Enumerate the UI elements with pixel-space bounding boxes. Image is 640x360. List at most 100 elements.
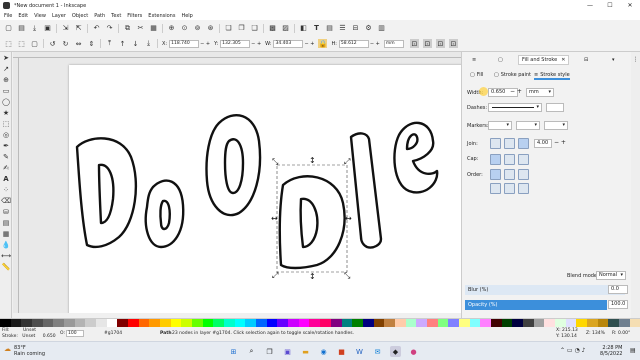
palette-swatch[interactable] [522, 319, 534, 327]
xml-editor-icon[interactable]: ▤ [325, 24, 334, 33]
gradient-tool-icon[interactable]: ▤ [1, 218, 11, 228]
palette-swatch[interactable] [469, 319, 481, 327]
butt-cap-icon[interactable] [490, 154, 501, 165]
palette-swatch[interactable] [352, 319, 363, 327]
x-input[interactable]: 118.740 [169, 39, 200, 48]
palette-swatch[interactable] [608, 319, 619, 327]
palette-swatch[interactable] [160, 319, 171, 327]
palette-swatch[interactable] [21, 319, 33, 327]
palette-swatch[interactable] [128, 319, 139, 327]
palette-swatch[interactable] [501, 319, 513, 327]
palette-swatch[interactable] [512, 319, 523, 327]
lock-icon[interactable]: 🔒 [318, 39, 328, 48]
mid-marker-select[interactable] [516, 121, 540, 130]
palette-swatch[interactable] [224, 319, 235, 327]
palette-swatch[interactable] [288, 319, 299, 327]
palette-swatch[interactable] [32, 319, 43, 327]
group-icon[interactable]: ▩ [268, 24, 277, 33]
pencil-tool-icon[interactable]: ✎ [1, 152, 11, 162]
palette-swatch[interactable] [373, 319, 385, 327]
objects-tab-icon[interactable]: ▢ [498, 55, 503, 65]
maximize-button[interactable]: ☐ [600, 0, 620, 11]
zoom-drawing-icon[interactable]: ⊙ [180, 24, 189, 33]
palette-swatch[interactable] [544, 319, 555, 327]
zoom-tool-icon[interactable]: ⊕ [1, 75, 11, 85]
flip-horizontal-icon[interactable]: ⇔ [74, 39, 83, 48]
round-cap-icon[interactable] [504, 154, 515, 165]
cut-icon[interactable]: ✂ [136, 24, 145, 33]
y-stepper[interactable]: − + [251, 41, 261, 47]
opacity-status-input[interactable]: 100 [66, 330, 84, 337]
palette-swatch[interactable] [117, 319, 129, 327]
office-icon[interactable]: ■ [336, 346, 347, 357]
palette-swatch[interactable] [448, 319, 459, 327]
palette-swatch[interactable] [256, 319, 267, 327]
more-tabs-icon[interactable]: ▾ [612, 55, 615, 65]
palette-swatch[interactable] [426, 319, 438, 327]
mesh-tool-icon[interactable]: ▦ [1, 229, 11, 239]
file-explorer-icon[interactable]: ▬ [300, 346, 311, 357]
square-cap-icon[interactable] [518, 154, 529, 165]
miter-stepper[interactable]: − + [554, 139, 566, 146]
measure-tool-icon[interactable]: 📏 [1, 262, 11, 272]
palette-swatch[interactable] [42, 319, 54, 327]
word-icon[interactable]: W [354, 346, 365, 357]
tab-fill-stroke[interactable]: Fill and Stroke ✕ [518, 55, 570, 65]
palette-swatch[interactable] [458, 319, 470, 327]
rotation-value[interactable]: 0.00° [618, 331, 630, 336]
snap-toggle-icon[interactable]: ⋮ [631, 56, 640, 63]
new-document-icon[interactable]: ▢ [4, 24, 13, 33]
text-font-icon[interactable]: T [312, 24, 321, 33]
palette-swatch[interactable] [149, 319, 161, 327]
palette-swatch[interactable] [490, 319, 502, 327]
subtab-stroke-style[interactable]: ≡ Stroke style [534, 72, 570, 80]
palette-swatch[interactable] [53, 319, 65, 327]
spray-tool-icon[interactable]: ⁘ [1, 185, 11, 195]
w-stepper[interactable]: − + [304, 41, 314, 47]
calligraphy-tool-icon[interactable]: ✍ [1, 163, 11, 173]
dropper-tool-icon[interactable]: 💧 [1, 240, 11, 250]
menu-edit[interactable]: Edit [18, 13, 28, 19]
app-icon[interactable]: ● [408, 346, 419, 357]
palette-swatch[interactable] [10, 319, 22, 327]
stroke-value[interactable]: Unset [22, 334, 35, 339]
ungroup-icon[interactable]: ▨ [281, 24, 290, 33]
y-input[interactable]: 132.305 [220, 39, 251, 48]
palette-swatch[interactable] [554, 319, 566, 327]
palette-swatch[interactable] [618, 319, 630, 327]
import-icon[interactable]: ⇲ [61, 24, 70, 33]
palette-swatch[interactable] [74, 319, 86, 327]
dashes-select[interactable] [488, 103, 542, 112]
menu-layer[interactable]: Layer [52, 13, 66, 19]
node-tool-icon[interactable]: ↗ [1, 64, 11, 74]
3d-box-tool-icon[interactable]: ⬚ [1, 119, 11, 129]
bucket-tool-icon[interactable]: ⛁ [1, 207, 11, 217]
palette-swatch[interactable] [138, 319, 150, 327]
redo-icon[interactable]: ↷ [105, 24, 114, 33]
order-markers-fill-stroke-icon[interactable] [490, 183, 501, 194]
start-marker-select[interactable] [488, 121, 512, 130]
palette-swatch[interactable] [416, 319, 427, 327]
lower-bottom-icon[interactable]: ⤓ [144, 39, 153, 48]
document-properties-icon[interactable]: ▥ [377, 24, 386, 33]
clock[interactable]: 2:28 PM 8/5/2022 [600, 345, 622, 357]
weather-icon[interactable]: ☁ [4, 345, 11, 353]
palette-swatch[interactable] [298, 319, 310, 327]
menu-file[interactable]: File [4, 13, 12, 19]
palette-swatch[interactable] [320, 319, 331, 327]
x-stepper[interactable]: − + [200, 41, 210, 47]
layers-tab-icon[interactable]: ≡ [472, 55, 476, 65]
preferences-icon[interactable]: ⚙ [364, 24, 373, 33]
print-icon[interactable]: ▣ [43, 24, 52, 33]
width-unit-select[interactable]: mm [526, 88, 554, 97]
palette-swatch[interactable] [480, 319, 491, 327]
width-stepper[interactable]: − + [510, 88, 522, 95]
palette-swatch[interactable] [362, 319, 374, 327]
palette-swatch[interactable] [405, 319, 417, 327]
opacity-input[interactable]: 100.0 [608, 300, 628, 309]
connector-tool-icon[interactable]: ⟷ [1, 251, 11, 261]
circle-tool-icon[interactable]: ◯ [1, 97, 11, 107]
palette-swatch[interactable] [277, 319, 289, 327]
layers-icon[interactable]: ☰ [338, 24, 347, 33]
search-icon[interactable]: ⌕ [246, 346, 257, 357]
